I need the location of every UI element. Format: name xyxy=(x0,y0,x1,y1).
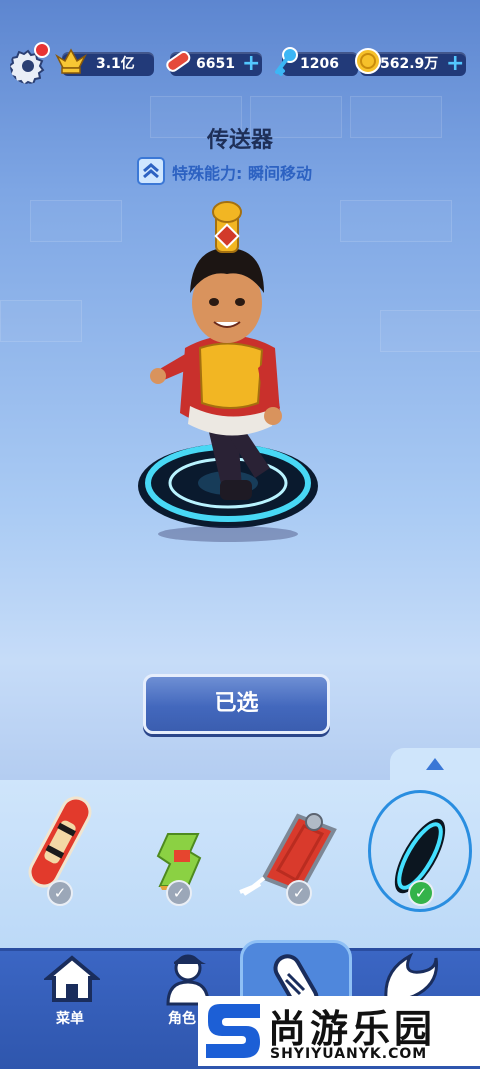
coins-value: 562.9万 xyxy=(380,56,439,72)
watermark-logo-icon xyxy=(206,1004,260,1058)
special-ability-text: 特殊能力: 瞬间移动 xyxy=(172,164,312,183)
notification-dot xyxy=(34,42,50,58)
nav-label-characters[interactable]: 角色 xyxy=(168,1008,196,1028)
nav-label-menu[interactable]: 菜单 xyxy=(56,1008,84,1028)
watermark-en-text: SHYIYUANYK.COM xyxy=(270,1046,428,1062)
key-icon xyxy=(275,47,298,76)
owned-check-icon: ✓ xyxy=(166,880,192,906)
watermark-cn-text: 尚游乐园 xyxy=(268,1007,437,1051)
expand-up-icon[interactable] xyxy=(426,758,444,770)
character-model xyxy=(138,201,318,542)
ability-chevron-icon xyxy=(137,157,165,185)
wall-brick xyxy=(30,200,122,242)
selected-button[interactable]: 已选 xyxy=(143,674,330,734)
crown-icon xyxy=(55,48,87,74)
add-coins-button[interactable]: + xyxy=(446,51,464,77)
home-icon[interactable] xyxy=(44,954,100,1004)
owned-check-icon: ✓ xyxy=(286,880,312,906)
wall-brick xyxy=(0,300,82,342)
board-item[interactable] xyxy=(22,790,100,894)
character-name: 传送器 xyxy=(206,128,273,153)
wall-brick xyxy=(380,310,480,352)
selected-check-icon: ✓ xyxy=(408,880,434,906)
keys-value: 1206 xyxy=(300,56,339,72)
hoverboard-icon xyxy=(166,50,191,72)
wall-brick xyxy=(340,200,452,242)
highscore-value: 3.1亿 xyxy=(96,56,135,72)
boards-value: 6651 xyxy=(196,56,235,72)
coin-icon xyxy=(355,48,381,74)
owned-check-icon: ✓ xyxy=(47,880,73,906)
add-boards-button[interactable]: + xyxy=(242,51,260,77)
